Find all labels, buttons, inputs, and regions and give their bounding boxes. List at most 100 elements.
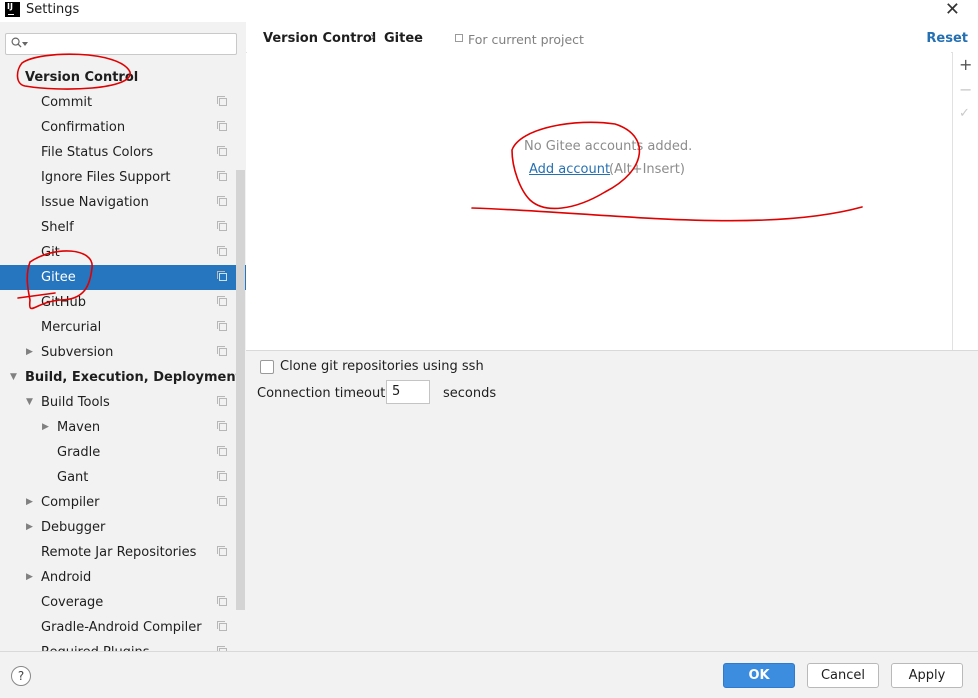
- add-account-link[interactable]: Add account: [529, 162, 610, 177]
- sidebar-item-label: Maven: [57, 420, 101, 435]
- sidebar-item-version-control[interactable]: Version Control: [0, 65, 236, 90]
- project-level-icon: [217, 396, 227, 406]
- sidebar-item-label: Ignore Files Support: [41, 170, 171, 185]
- add-account-shortcut: (Alt+Insert): [609, 162, 685, 177]
- sidebar-item-label: Debugger: [41, 520, 106, 535]
- remove-icon[interactable]: −: [959, 80, 972, 99]
- sidebar-item-label: Confirmation: [41, 120, 126, 135]
- sidebar-item-label: Remote Jar Repositories: [41, 545, 197, 560]
- project-level-icon: [217, 596, 227, 606]
- sidebar-item-remote-jar-repositories[interactable]: Remote Jar Repositories: [0, 540, 236, 565]
- sidebar-item-issue-navigation[interactable]: Issue Navigation: [0, 190, 236, 215]
- project-level-icon: [217, 321, 227, 331]
- intellij-logo-icon: IJ: [5, 2, 20, 17]
- sidebar-item-build-execution-deployment[interactable]: ▼ Build, Execution, Deployment: [0, 365, 242, 390]
- project-level-icon: [217, 346, 227, 356]
- sidebar-item-label: Gant: [57, 470, 89, 485]
- set-default-icon[interactable]: ✓: [959, 106, 970, 121]
- breadcrumb-gitee: Gitee: [384, 31, 423, 46]
- sidebar-item-label: Android: [41, 570, 92, 585]
- sidebar-item-git[interactable]: Git: [0, 240, 236, 265]
- sidebar-item-label: Coverage: [41, 595, 104, 610]
- project-level-icon: [217, 196, 227, 206]
- sidebar-item-label: Build Tools: [41, 395, 110, 410]
- project-level-icon: [217, 421, 227, 431]
- chevron-down-icon[interactable]: ▼: [26, 390, 33, 415]
- sidebar-item-mercurial[interactable]: Mercurial: [0, 315, 236, 340]
- project-level-icon: [217, 246, 227, 256]
- cancel-button[interactable]: Cancel: [807, 663, 879, 688]
- sidebar-item-gradle-android-compiler[interactable]: Gradle-Android Compiler: [0, 615, 236, 640]
- reset-button[interactable]: Reset: [926, 31, 968, 46]
- sidebar-item-label: Mercurial: [41, 320, 102, 335]
- project-level-icon: [217, 296, 227, 306]
- add-icon[interactable]: +: [959, 55, 972, 74]
- chevron-right-icon[interactable]: ▶: [26, 490, 33, 515]
- timeout-field[interactable]: 5: [386, 380, 430, 404]
- project-level-icon: [217, 221, 227, 231]
- project-scope-icon: [455, 34, 463, 42]
- sidebar-item-required-plugins[interactable]: Required Plugins: [0, 640, 236, 651]
- content-header: Version Control › Gitee For current proj…: [246, 22, 978, 53]
- sidebar-item-label: Gitee: [41, 270, 76, 285]
- sidebar-item-label: Subversion: [41, 345, 114, 360]
- chevron-right-icon[interactable]: ▶: [26, 565, 33, 590]
- chevron-down-icon[interactable]: ▼: [10, 365, 17, 390]
- sidebar-item-gitee[interactable]: Gitee: [0, 265, 246, 290]
- sidebar-item-commit[interactable]: Commit: [0, 90, 236, 115]
- apply-button[interactable]: Apply: [891, 663, 963, 688]
- chevron-right-icon[interactable]: ▶: [26, 340, 33, 365]
- title-bar: IJ Settings ✕: [0, 0, 978, 22]
- sidebar-item-android[interactable]: ▶ Android: [0, 565, 236, 590]
- project-level-icon: [217, 496, 227, 506]
- clone-ssh-checkbox[interactable]: [260, 360, 274, 374]
- sidebar-item-shelf[interactable]: Shelf: [0, 215, 236, 240]
- project-scope-text: For current project: [468, 32, 584, 47]
- sidebar-item-coverage[interactable]: Coverage: [0, 590, 236, 615]
- settings-tree: Version Control Commit Confirmation File St…: [0, 65, 246, 651]
- sidebar-scrollbar[interactable]: [236, 170, 245, 610]
- sidebar-item-gradle[interactable]: Gradle: [0, 440, 236, 465]
- sidebar-item-subversion[interactable]: ▶ Subversion: [0, 340, 236, 365]
- sidebar-item-label: Gradle-Android Compiler: [41, 620, 202, 635]
- sidebar-item-gant[interactable]: Gant: [0, 465, 236, 490]
- ok-button[interactable]: OK: [723, 663, 795, 688]
- sidebar-item-label: Git: [41, 245, 60, 260]
- chevron-right-icon[interactable]: ▶: [26, 515, 33, 540]
- help-icon[interactable]: ?: [11, 666, 31, 686]
- chevron-right-icon[interactable]: ▶: [42, 415, 49, 440]
- project-level-icon: [217, 146, 227, 156]
- timeout-label: Connection timeout:: [257, 386, 390, 401]
- project-level-icon: [217, 96, 227, 106]
- sidebar-item-label: Required Plugins: [41, 640, 150, 651]
- sidebar-item-build-tools[interactable]: ▼ Build Tools: [0, 390, 236, 415]
- close-icon[interactable]: ✕: [945, 0, 960, 20]
- sidebar-item-label: Compiler: [41, 495, 100, 510]
- sidebar-item-compiler[interactable]: ▶ Compiler: [0, 490, 236, 515]
- clone-ssh-label[interactable]: Clone git repositories using ssh: [280, 359, 484, 374]
- dialog-footer: ? OK Cancel Apply: [0, 651, 978, 698]
- sidebar-item-label: Commit: [41, 95, 93, 110]
- sidebar-item-label: Build, Execution, Deployment: [25, 370, 242, 385]
- breadcrumb-separator: ›: [370, 30, 376, 45]
- sidebar-item-confirmation[interactable]: Confirmation: [0, 115, 236, 140]
- sidebar-item-label: File Status Colors: [41, 145, 154, 160]
- search-icon: [11, 37, 22, 48]
- project-level-icon: [217, 121, 227, 131]
- project-level-icon: [217, 471, 227, 481]
- search-dropdown-icon[interactable]: [22, 42, 28, 46]
- project-level-icon: [217, 546, 227, 556]
- sidebar-item-label: Issue Navigation: [41, 195, 149, 210]
- sidebar-item-file-status-colors[interactable]: File Status Colors: [0, 140, 236, 165]
- project-level-icon: [217, 621, 227, 631]
- sidebar-item-label: Shelf: [41, 220, 74, 235]
- sidebar-item-debugger[interactable]: ▶ Debugger: [0, 515, 236, 540]
- sidebar-item-label: GitHub: [41, 295, 87, 310]
- sidebar-item-github[interactable]: GitHub: [0, 290, 236, 315]
- window-title: Settings: [26, 2, 80, 17]
- search-input[interactable]: [5, 33, 237, 55]
- project-level-icon: [217, 271, 227, 281]
- breadcrumb-version-control[interactable]: Version Control: [263, 31, 376, 46]
- sidebar-item-ignore-files-support[interactable]: Ignore Files Support: [0, 165, 236, 190]
- sidebar-item-maven[interactable]: ▶ Maven: [0, 415, 236, 440]
